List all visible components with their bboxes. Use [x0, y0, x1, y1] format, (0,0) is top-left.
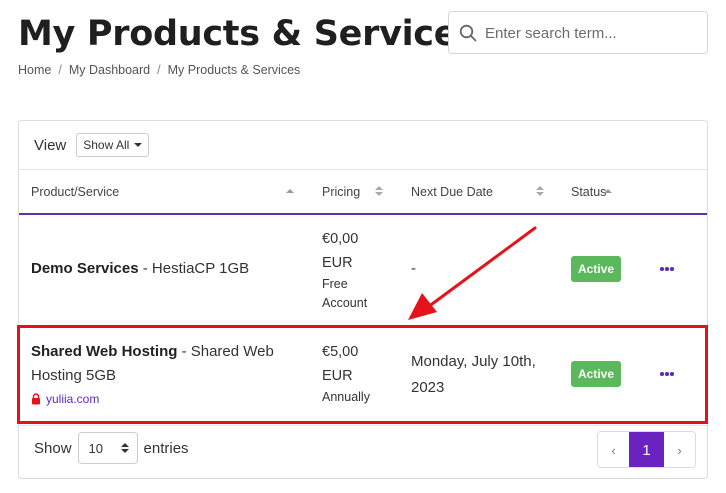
table-row[interactable]: Shared Web Hosting - Shared Web Hosting … — [19, 326, 707, 426]
pricing-cell: €5,00 EUR Annually — [322, 344, 370, 404]
pricing-cell: €0,00 EUR Free Account — [322, 231, 368, 310]
view-label: View — [34, 136, 67, 154]
view-select[interactable]: Show All — [76, 133, 150, 157]
pagination-next[interactable]: › — [664, 432, 695, 467]
view-filter: View Show All — [34, 133, 150, 157]
more-options-icon[interactable] — [660, 371, 674, 377]
entries-length: Show 10 entries — [34, 432, 189, 464]
more-options-icon[interactable] — [660, 266, 674, 272]
lock-icon — [32, 393, 40, 405]
sort-icon — [375, 186, 383, 196]
show-label: Show — [34, 439, 72, 457]
view-select-value: Show All — [83, 138, 130, 152]
product-name: Shared Web Hosting - Shared Web Hosting … — [31, 343, 274, 384]
sort-asc-icon — [286, 189, 294, 193]
column-header-product[interactable]: Product/Service — [19, 170, 309, 215]
search-icon — [459, 24, 477, 42]
due-date: Monday, July 10th, 2023 — [411, 353, 536, 396]
product-name: Demo Services - HestiaCP 1GB — [31, 260, 250, 277]
due-date: - — [411, 260, 416, 277]
breadcrumb: Home / My Dashboard / My Products & Services — [18, 63, 301, 77]
table-row[interactable]: Demo Services - HestiaCP 1GB €0,00 EUR F… — [19, 215, 707, 326]
entries-select-value: 10 — [88, 440, 103, 456]
updown-icon — [120, 443, 129, 453]
status-badge: Active — [571, 361, 622, 387]
breadcrumb-home[interactable]: Home — [18, 63, 51, 77]
search-input[interactable] — [485, 19, 700, 47]
entries-select[interactable]: 10 — [77, 432, 138, 464]
status-badge: Active — [571, 256, 622, 282]
breadcrumb-current: My Products & Services — [167, 63, 301, 77]
page-title: My Products & Services — [18, 14, 478, 54]
sort-icon — [536, 186, 544, 196]
table-header: Product/Service Pricing Next Due Date St… — [19, 169, 707, 215]
products-table-card: View Show All Product/Service Pricing Ne… — [18, 120, 708, 479]
entries-label: entries — [143, 439, 189, 457]
pagination-page-1[interactable]: 1 — [629, 432, 664, 467]
caret-down-icon — [134, 143, 143, 147]
column-header-status[interactable]: Status — [559, 170, 707, 215]
column-header-due-date[interactable]: Next Due Date — [389, 170, 559, 215]
pagination-prev[interactable]: ‹ — [598, 432, 629, 467]
breadcrumb-dashboard[interactable]: My Dashboard — [69, 63, 150, 77]
pagination: ‹ 1 › — [597, 431, 696, 468]
sort-asc-icon — [604, 189, 612, 193]
domain-link[interactable]: yuliia.com — [31, 392, 99, 406]
search-box[interactable] — [448, 11, 708, 54]
column-header-pricing[interactable]: Pricing — [309, 170, 389, 215]
